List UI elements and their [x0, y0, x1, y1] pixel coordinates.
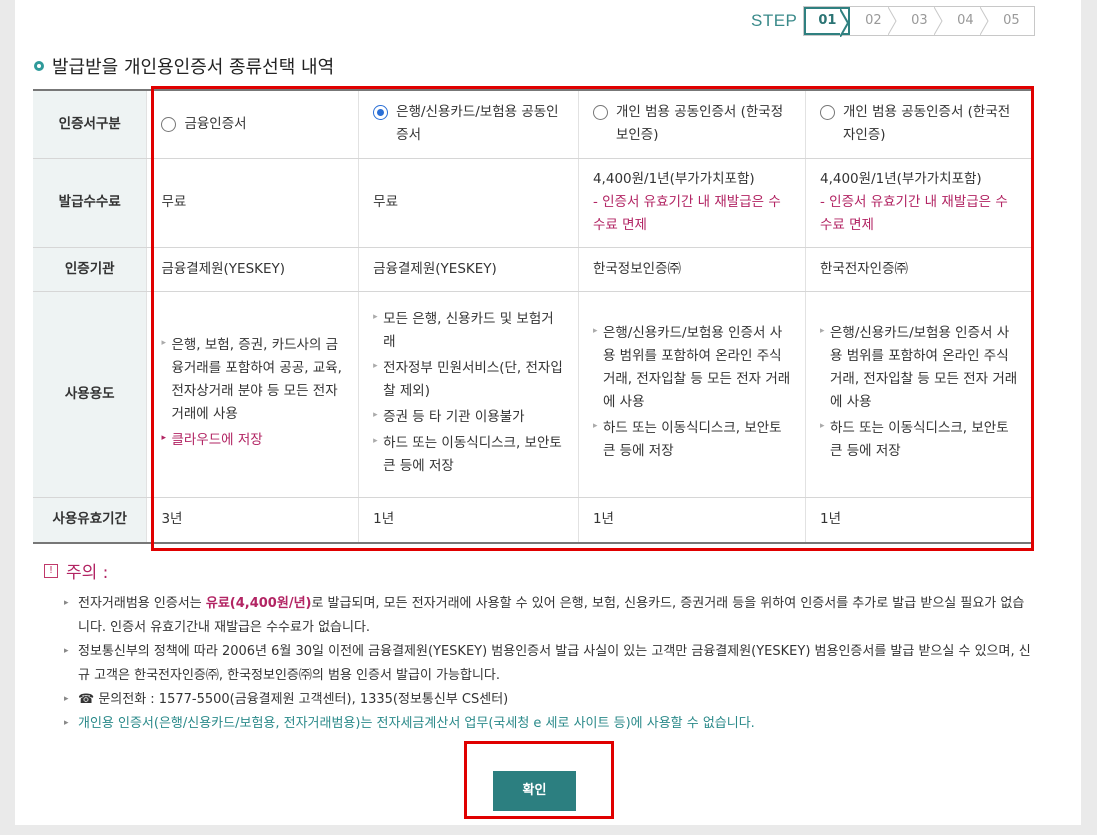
- warning-icon: !: [44, 563, 58, 578]
- step-01: 01: [804, 7, 851, 37]
- notice-item-teal: 개인용 인증서(은행/신용카드/보험용, 전자거래범용)는 전자세금계산서 업무…: [62, 711, 1032, 736]
- step-list: 01 02 03 04 05: [803, 6, 1036, 37]
- notice-text: 전자거래범용 인증서는: [78, 596, 206, 611]
- highlight-box-table: [151, 86, 1034, 551]
- bullet-circle-icon: [34, 61, 44, 71]
- row-header: 사용용도: [33, 291, 147, 498]
- notice-item: ☎ 문의전화 : 1577-5500(금융결제원 고객센터), 1335(정보통…: [62, 687, 1032, 712]
- notice-emphasis: 유료(4,400원/년): [205, 596, 312, 611]
- chevron-right-icon: [934, 7, 943, 35]
- step-label: STEP: [751, 11, 798, 30]
- step-indicator: STEP 01 02 03 04 05: [751, 6, 1036, 37]
- row-header: 인증기관: [33, 247, 147, 292]
- notice-title: 주의 :: [66, 563, 109, 583]
- chevron-right-icon: [840, 9, 850, 37]
- step-02: 02: [850, 7, 897, 35]
- section-title: 발급받을 개인용인증서 종류선택 내역: [34, 53, 334, 79]
- notice-item: 전자거래범용 인증서는 유료(4,400원/년)로 발급되며, 모든 전자거래에…: [62, 591, 1032, 640]
- notice-item: 정보통신부의 정책에 따라 2006년 6월 30일 이전에 금융결제원(YES…: [62, 639, 1032, 688]
- row-header: 발급수수료: [33, 158, 147, 248]
- notice-list: 전자거래범용 인증서는 유료(4,400원/년)로 발급되며, 모든 전자거래에…: [62, 591, 1032, 736]
- chevron-right-icon: [980, 7, 989, 35]
- row-header: 사용유효기간: [33, 497, 147, 544]
- chevron-right-icon: [888, 7, 897, 35]
- page-title: 발급받을 개인용인증서 종류선택 내역: [52, 57, 335, 78]
- row-header: 인증서구분: [33, 89, 147, 159]
- notice-heading: ! 주의 :: [44, 558, 108, 583]
- confirm-button[interactable]: 확인: [493, 771, 576, 811]
